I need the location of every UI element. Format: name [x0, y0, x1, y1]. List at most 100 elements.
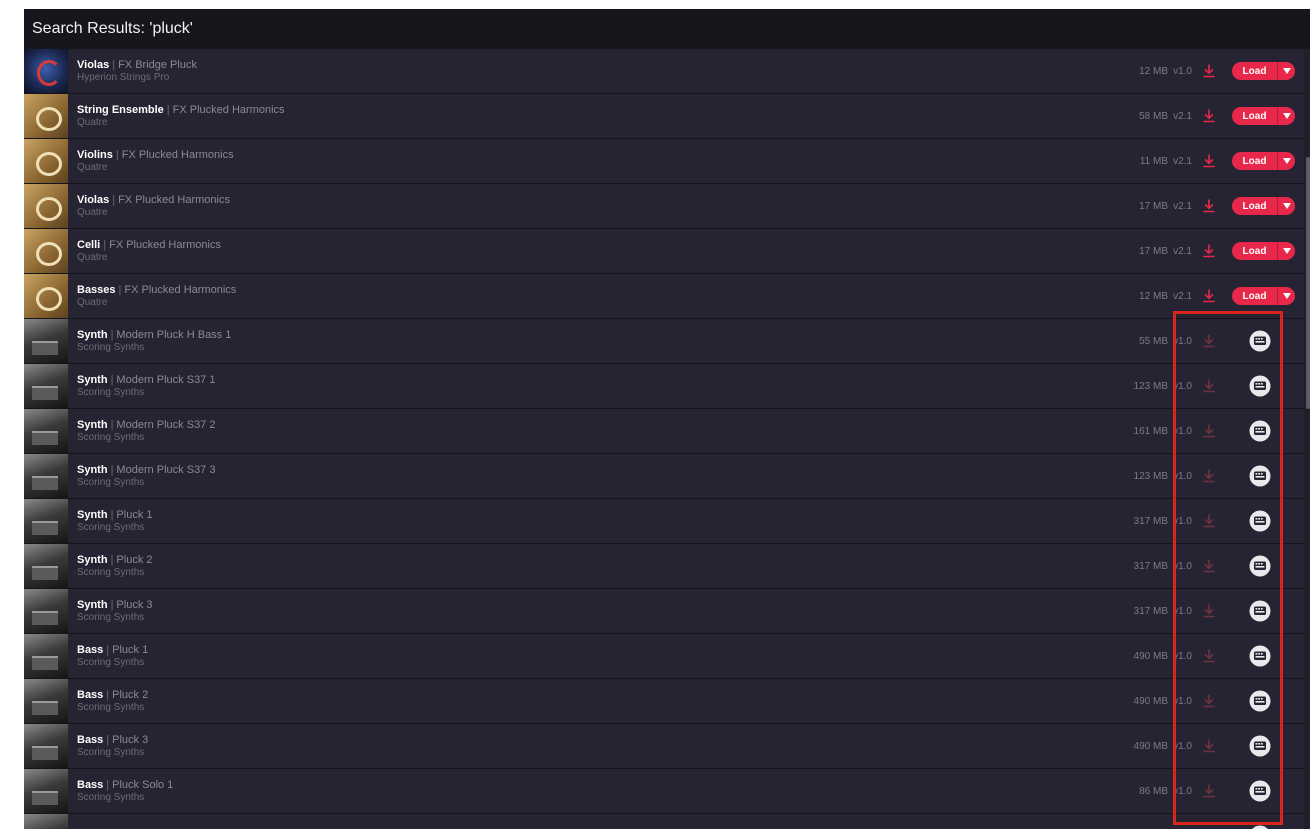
- list-item[interactable]: Synth | Modern Pluck S37 2 Scoring Synths …: [24, 409, 1304, 454]
- instrument-articulation: FX Plucked Harmonics: [172, 103, 285, 116]
- keyboard-icon[interactable]: [1249, 465, 1271, 487]
- download-icon[interactable]: [1202, 738, 1216, 754]
- chevron-down-icon[interactable]: [1277, 62, 1295, 80]
- list-item[interactable]: Basses | FX Plucked Harmonics Quatre 12 MB…: [24, 274, 1304, 319]
- instrument-articulation: FX Bridge Pluck: [118, 58, 197, 71]
- version-label: v1.0: [1173, 470, 1192, 482]
- list-item[interactable]: String Ensemble | FX Plucked Harmonics Qua…: [24, 94, 1304, 139]
- name-separator: |: [166, 103, 170, 116]
- instrument-names: Bass | Pluck Solo 1 Scoring Synths: [77, 779, 173, 804]
- list-item[interactable]: Bass|Pluck Solo 2: [24, 814, 1304, 829]
- list-item[interactable]: Violas | FX Plucked Harmonics Quatre 17 MB…: [24, 184, 1304, 229]
- instrument-name: Synth: [77, 598, 108, 611]
- chevron-down-icon[interactable]: [1277, 152, 1295, 170]
- load-button[interactable]: Load: [1232, 197, 1277, 215]
- keyboard-icon[interactable]: [1249, 735, 1271, 757]
- keyboard-icon[interactable]: [1249, 600, 1271, 622]
- instrument-articulation: Modern Pluck S37 3: [116, 463, 216, 476]
- library-name: Quatre: [77, 206, 108, 218]
- name-separator: |: [106, 778, 110, 791]
- instrument-articulation: Modern Pluck H Bass 1: [116, 328, 232, 341]
- keyboard-icon[interactable]: [1249, 510, 1271, 532]
- keyboard-icon[interactable]: [1249, 645, 1271, 667]
- version-label: v1.0: [1173, 740, 1192, 752]
- download-icon[interactable]: [1202, 378, 1216, 394]
- instrument-articulation: Pluck 1: [112, 643, 149, 656]
- load-button[interactable]: Load: [1232, 62, 1277, 80]
- instrument-name: Synth: [77, 463, 108, 476]
- list-item[interactable]: Bass | Pluck 3 Scoring Synths 490 MB v1.0: [24, 724, 1304, 769]
- keyboard-icon[interactable]: [1249, 330, 1271, 352]
- load-button[interactable]: Load: [1232, 242, 1277, 260]
- keyboard-icon[interactable]: [1249, 690, 1271, 712]
- download-icon[interactable]: [1202, 333, 1216, 349]
- results-list: Violas | FX Bridge Pluck Hyperion Strings …: [24, 49, 1304, 829]
- download-icon[interactable]: [1202, 153, 1216, 169]
- list-item[interactable]: Synth | Modern Pluck H Bass 1 Scoring Synt…: [24, 319, 1304, 364]
- download-icon[interactable]: [1202, 558, 1216, 574]
- instrument-name: Basses: [77, 283, 116, 296]
- chevron-down-icon[interactable]: [1277, 197, 1295, 215]
- download-icon[interactable]: [1202, 513, 1216, 529]
- download-icon[interactable]: [1202, 783, 1216, 799]
- keyboard-icon[interactable]: [1249, 555, 1271, 577]
- keyboard-icon[interactable]: [1249, 420, 1271, 442]
- version-label: v1.0: [1173, 650, 1192, 662]
- download-icon[interactable]: [1202, 243, 1216, 259]
- library-name: Scoring Synths: [77, 791, 145, 803]
- chevron-down-icon[interactable]: [1277, 287, 1295, 305]
- download-icon[interactable]: [1202, 288, 1216, 304]
- instrument-name: Bass: [77, 778, 104, 791]
- load-button[interactable]: Load: [1232, 287, 1277, 305]
- instrument-thumbnail: [24, 184, 68, 228]
- download-icon[interactable]: [1202, 63, 1216, 79]
- file-size: 317 MB: [1133, 560, 1168, 572]
- download-icon[interactable]: [1202, 693, 1216, 709]
- version-label: v1.0: [1173, 695, 1192, 707]
- list-item[interactable]: Synth | Pluck 2 Scoring Synths 317 MB v1.0: [24, 544, 1304, 589]
- instrument-names: Bass | Pluck 3 Scoring Synths: [77, 734, 148, 759]
- list-item[interactable]: Bass | Pluck 2 Scoring Synths 490 MB v1.0: [24, 679, 1304, 724]
- version-label: v1.0: [1173, 65, 1192, 77]
- keyboard-icon[interactable]: [1249, 780, 1271, 802]
- version-label: v2.1: [1173, 200, 1192, 212]
- instrument-names: Violins | FX Plucked Harmonics Quatre: [77, 149, 234, 174]
- download-icon[interactable]: [1202, 648, 1216, 664]
- file-size: 11 MB: [1139, 155, 1168, 167]
- instrument-articulation: FX Plucked Harmonics: [118, 193, 230, 206]
- load-button[interactable]: Load: [1232, 152, 1277, 170]
- instrument-name: Bass: [77, 643, 104, 656]
- library-name: Scoring Synths: [77, 476, 145, 488]
- download-icon[interactable]: [1202, 603, 1216, 619]
- list-item[interactable]: Synth | Modern Pluck S37 3 Scoring Synths …: [24, 454, 1304, 499]
- download-icon[interactable]: [1202, 198, 1216, 214]
- list-item[interactable]: Celli | FX Plucked Harmonics Quatre 17 MB …: [24, 229, 1304, 274]
- file-size: 58 MB: [1139, 110, 1168, 122]
- chevron-down-icon[interactable]: [1277, 242, 1295, 260]
- list-item[interactable]: Bass | Pluck Solo 1 Scoring Synths 86 MB v…: [24, 769, 1304, 814]
- list-item[interactable]: Synth | Pluck 3 Scoring Synths 317 MB v1.0: [24, 589, 1304, 634]
- list-item[interactable]: Synth | Pluck 1 Scoring Synths 317 MB v1.0: [24, 499, 1304, 544]
- list-item[interactable]: Bass | Pluck 1 Scoring Synths 490 MB v1.0: [24, 634, 1304, 679]
- list-item[interactable]: Synth | Modern Pluck S37 1 Scoring Synths …: [24, 364, 1304, 409]
- instrument-articulation: Pluck Solo 1: [112, 778, 174, 791]
- list-item[interactable]: Violas | FX Bridge Pluck Hyperion Strings …: [24, 49, 1304, 94]
- list-item[interactable]: Violins | FX Plucked Harmonics Quatre 11 M…: [24, 139, 1304, 184]
- download-icon[interactable]: [1202, 108, 1216, 124]
- keyboard-icon[interactable]: [1249, 825, 1271, 829]
- download-icon[interactable]: [1202, 468, 1216, 484]
- instrument-thumbnail: [24, 544, 68, 588]
- scrollbar[interactable]: [1306, 157, 1310, 409]
- instrument-thumbnail: [24, 139, 68, 183]
- chevron-down-icon[interactable]: [1277, 107, 1295, 125]
- instrument-articulation: FX Plucked Harmonics: [109, 238, 221, 251]
- keyboard-icon[interactable]: [1249, 375, 1271, 397]
- download-icon[interactable]: [1202, 423, 1216, 439]
- load-button-group: Load: [1232, 197, 1295, 215]
- library-name: Scoring Synths: [77, 746, 145, 758]
- name-separator: |: [110, 553, 114, 566]
- search-results-panel: Search Results: 'pluck' Violas | FX Bridge…: [24, 9, 1310, 829]
- name-separator: |: [110, 508, 114, 521]
- name-separator: |: [110, 418, 114, 431]
- load-button[interactable]: Load: [1232, 107, 1277, 125]
